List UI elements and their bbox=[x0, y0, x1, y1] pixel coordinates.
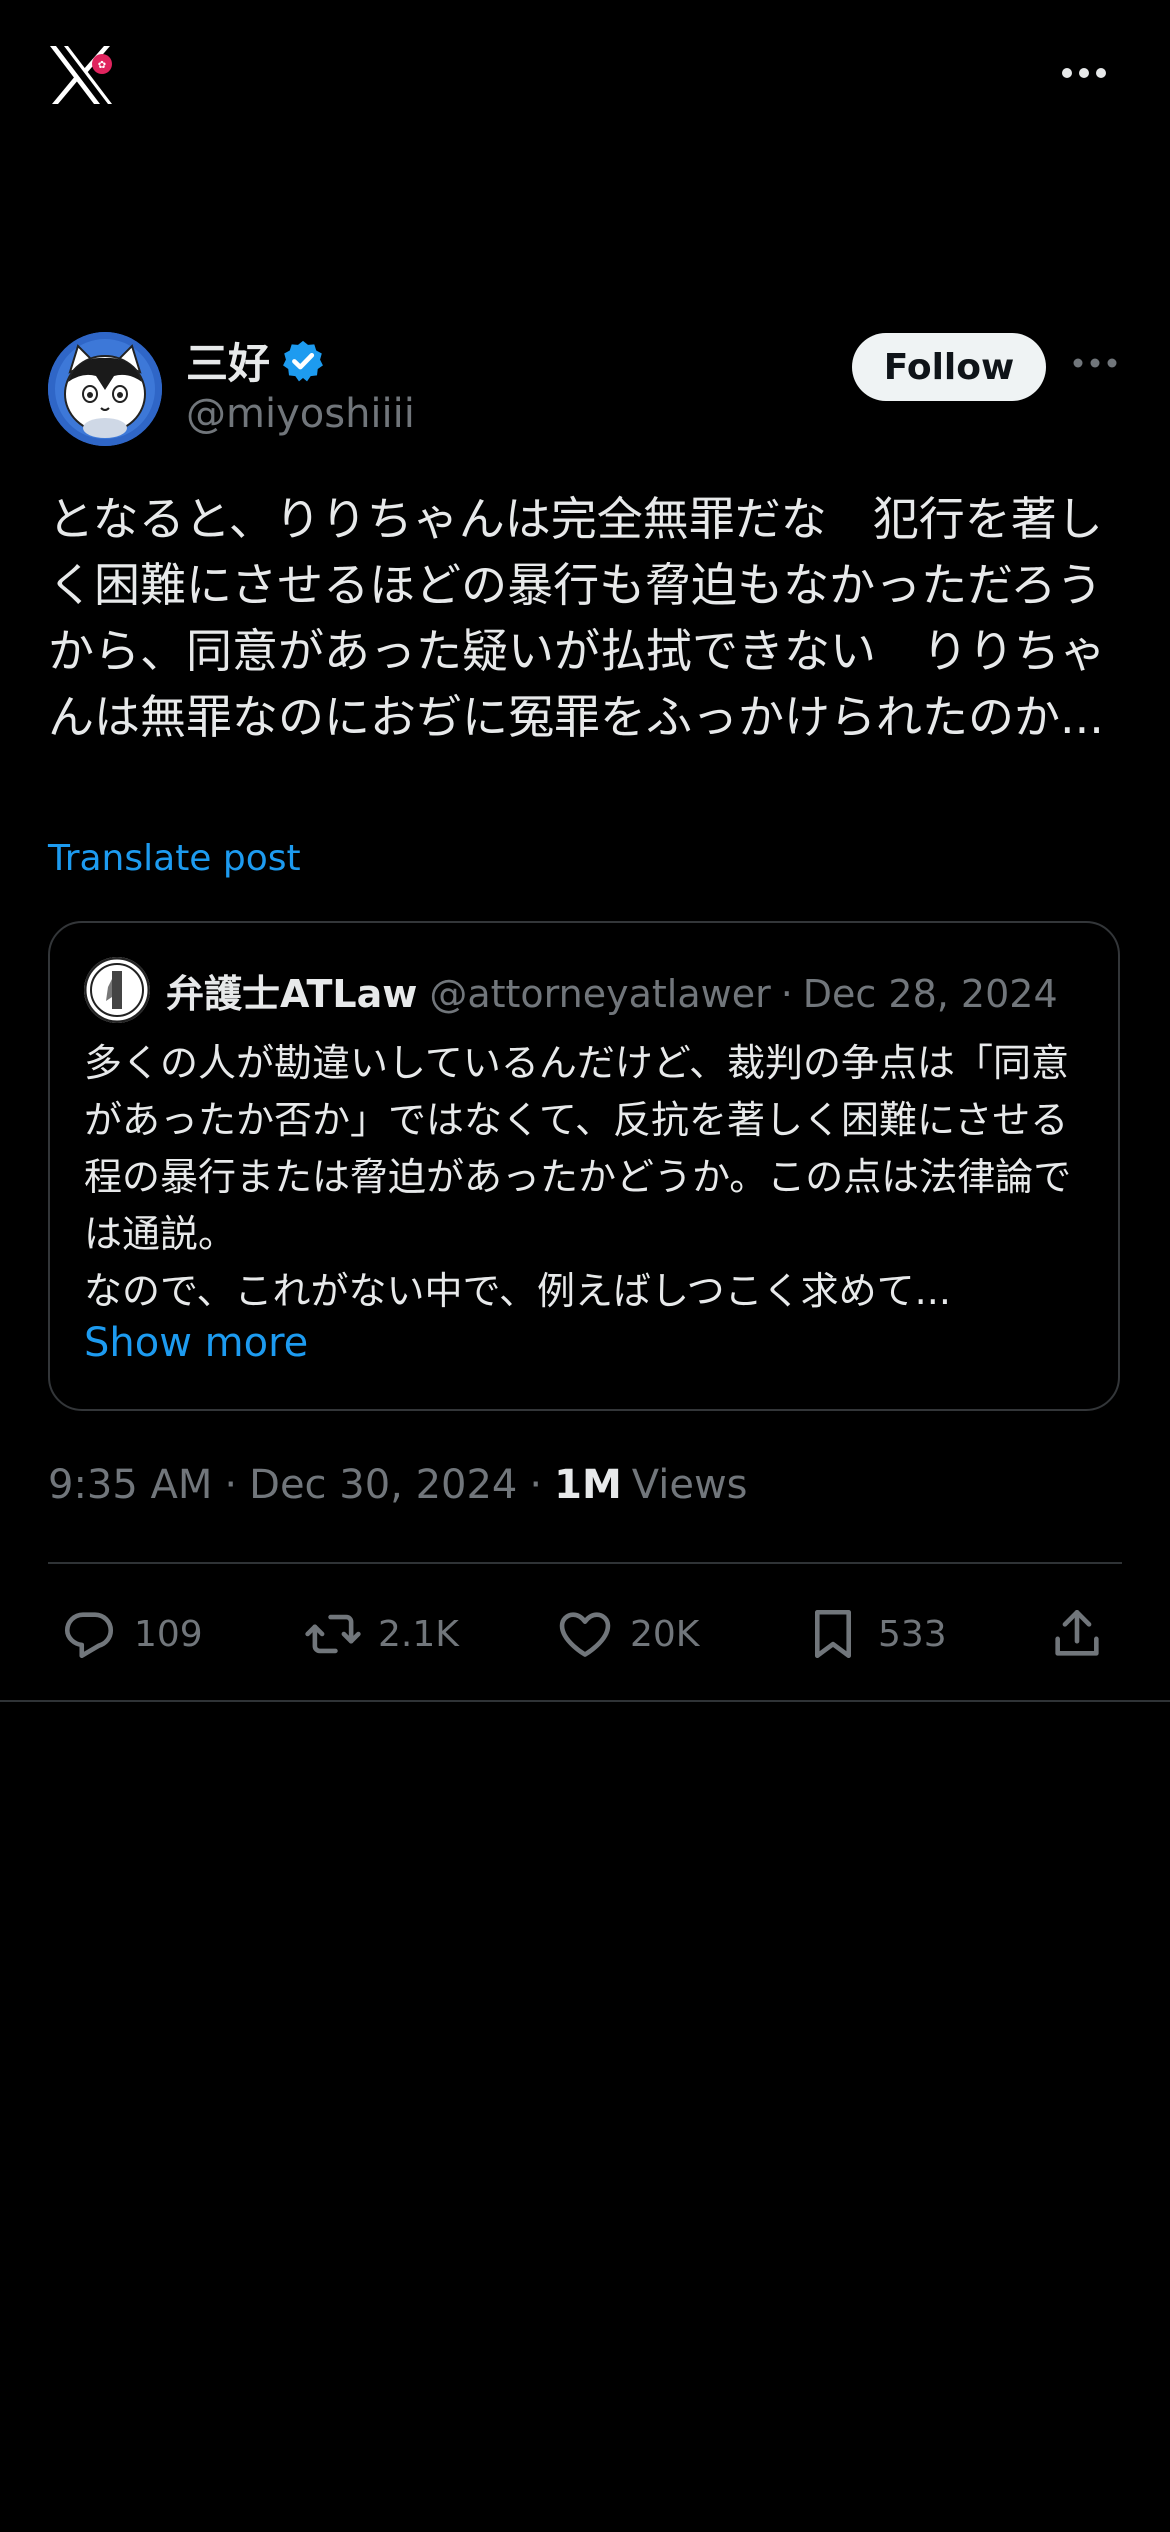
follow-button[interactable]: Follow bbox=[852, 333, 1046, 401]
svg-text:✿: ✿ bbox=[98, 60, 106, 71]
bookmark-count: 533 bbox=[878, 1613, 947, 1655]
avatar[interactable] bbox=[48, 332, 162, 446]
x-logo-icon[interactable]: ✿ bbox=[46, 40, 116, 110]
more-options-icon[interactable] bbox=[1058, 58, 1110, 88]
separator-dot: · bbox=[780, 972, 793, 1016]
quoted-post-text: 多くの人が勘違いしているんだけど、裁判の争点は「同意があったか否か」ではなくて、… bbox=[84, 1041, 1072, 1256]
like-button[interactable]: 20K bbox=[556, 1600, 699, 1668]
quoted-author-name: 弁護士ATLaw bbox=[166, 972, 418, 1016]
quoted-post-text-truncated: なので、これがない中で、例えばしつこく求めて... bbox=[84, 1269, 951, 1313]
repost-count: 2.1K bbox=[378, 1613, 459, 1655]
verified-badge-icon bbox=[280, 338, 326, 384]
reply-icon bbox=[60, 1605, 118, 1663]
quoted-post-date: Dec 28, 2024 bbox=[802, 972, 1058, 1016]
post-text: となると、りりちゃんは完全無罪だな 犯行を著しく困難にさせるほどの暴行も脅迫もな… bbox=[48, 492, 1106, 744]
reply-button[interactable]: 109 bbox=[60, 1600, 203, 1668]
quoted-author-handle: @attorneyatlawer bbox=[429, 972, 771, 1016]
divider bbox=[48, 1562, 1122, 1564]
share-icon bbox=[1048, 1605, 1106, 1663]
repost-icon bbox=[304, 1605, 362, 1663]
author-display-name[interactable]: 三好 bbox=[186, 330, 270, 391]
post-more-options-icon[interactable] bbox=[1072, 355, 1118, 379]
heart-icon bbox=[556, 1605, 614, 1663]
views-count[interactable]: 1M bbox=[554, 1462, 622, 1508]
post-time[interactable]: 9:35 AM bbox=[48, 1462, 212, 1508]
separator-dot: · bbox=[529, 1462, 543, 1508]
reply-count: 109 bbox=[134, 1613, 203, 1655]
post-meta: 9:35 AM · Dec 30, 2024 · 1M Views bbox=[48, 1462, 748, 1508]
divider bbox=[0, 1700, 1170, 1702]
like-count: 20K bbox=[630, 1613, 700, 1655]
share-button[interactable] bbox=[1048, 1600, 1106, 1668]
views-label[interactable]: Views bbox=[632, 1462, 748, 1508]
bookmark-button[interactable]: 533 bbox=[804, 1600, 947, 1668]
post-date[interactable]: Dec 30, 2024 bbox=[249, 1462, 517, 1508]
show-more-link[interactable]: Show more bbox=[84, 1320, 308, 1366]
quoted-author-avatar bbox=[84, 957, 150, 1023]
author-handle[interactable]: @miyoshiiii bbox=[186, 391, 415, 437]
repost-button[interactable]: 2.1K bbox=[304, 1600, 459, 1668]
author-name[interactable]: 三好 bbox=[186, 330, 326, 391]
bookmark-icon bbox=[804, 1605, 862, 1663]
translate-post-link[interactable]: Translate post bbox=[48, 838, 301, 879]
quoted-post-header: 弁護士ATLaw @attorneyatlawer · Dec 28, 2024 bbox=[166, 963, 1058, 1018]
separator-dot: · bbox=[224, 1462, 238, 1508]
